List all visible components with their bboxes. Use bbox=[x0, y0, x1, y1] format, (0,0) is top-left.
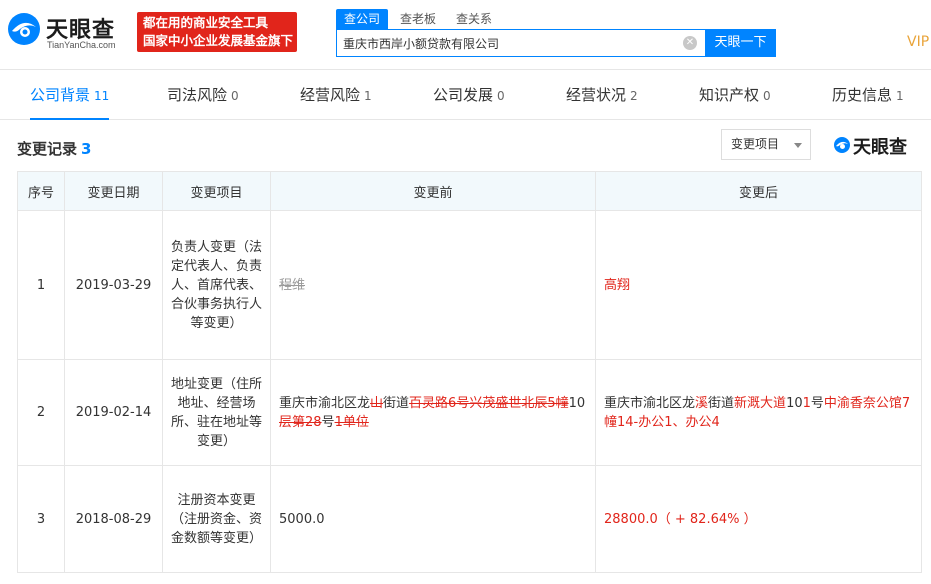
clear-icon[interactable]: ✕ bbox=[683, 36, 697, 50]
text-segment: 溪 bbox=[695, 395, 709, 411]
company-nav-tabs: 公司背景 11 司法风险 0 经营风险 1 公司发展 0 经营状况 2 知识产权 0 历史信… bbox=[0, 72, 931, 120]
row-change-item: 注册资本变更（注册资金、资金数额等变更） bbox=[162, 465, 271, 573]
row-after: 高翔 bbox=[595, 210, 922, 360]
tab-search-company[interactable]: 查公司 bbox=[336, 9, 389, 29]
tianyancha-watermark: 天眼查 bbox=[833, 133, 923, 158]
tab-count: 0 bbox=[231, 89, 239, 103]
tab-label: 公司背景 bbox=[30, 86, 91, 104]
watermark-text: 天眼查 bbox=[853, 137, 907, 158]
text-segment: 10 bbox=[786, 395, 803, 411]
row-before: 重庆市渝北区龙山街道百灵路6号兴茂盛世北辰5幢10 层第28号1单位 bbox=[270, 359, 596, 466]
section-count: 3 bbox=[81, 140, 92, 158]
tab-label: 经营状况 bbox=[566, 86, 627, 104]
tab-company-development[interactable]: 公司发展 0 bbox=[433, 72, 505, 120]
text-segment: 街道 bbox=[383, 395, 410, 411]
tab-operating-status[interactable]: 经营状况 2 bbox=[566, 72, 638, 120]
tab-intellectual-property[interactable]: 知识产权 0 bbox=[699, 72, 771, 120]
row-index: 3 bbox=[17, 465, 65, 573]
text-segment: 1单位 bbox=[334, 414, 369, 430]
text-segment: 高翔 bbox=[604, 277, 631, 293]
vip-link[interactable]: VIP bbox=[907, 34, 929, 50]
text-segment: 层第28 bbox=[279, 414, 322, 430]
tab-operating-risk[interactable]: 经营风险 1 bbox=[300, 72, 372, 120]
tab-label: 公司发展 bbox=[433, 86, 494, 104]
row-after: 28800.0（ + 82.64% ） bbox=[595, 465, 922, 573]
tab-search-boss[interactable]: 查老板 bbox=[392, 9, 444, 29]
top-header: 天眼查 TianYanCha.com 都在用的商业安全工具 国家中小企业发展基金… bbox=[0, 0, 931, 70]
col-header-after: 变更后 bbox=[595, 171, 922, 211]
tab-label: 知识产权 bbox=[699, 86, 760, 104]
tianyancha-logo[interactable]: 天眼查 TianYanCha.com bbox=[6, 8, 131, 56]
tab-label: 司法风险 bbox=[167, 86, 228, 104]
row-date: 2019-02-14 bbox=[64, 359, 163, 466]
table-row: 1 2019-03-29 负责人变更（法定代表人、负责人、首席代表、合伙事务执行人等… bbox=[17, 210, 922, 360]
search-type-tabs: 查公司 查老板 查关系 bbox=[336, 9, 504, 29]
text-segment: 重庆市渝北区龙 bbox=[604, 395, 696, 411]
search-box: ✕ bbox=[336, 29, 706, 57]
row-date: 2019-03-29 bbox=[64, 210, 163, 360]
slogan-line-1: 都在用的商业安全工具 bbox=[143, 15, 269, 30]
logo-eye-icon bbox=[8, 13, 40, 45]
col-header-before: 变更前 bbox=[270, 171, 596, 211]
change-records-table: 序号 变更日期 变更项目 变更前 变更后 1 2019-03-29 负责人变更（法定… bbox=[17, 171, 922, 573]
row-date: 2018-08-29 bbox=[64, 465, 163, 573]
tab-count: 11 bbox=[94, 89, 110, 103]
text-segment: 28800.0（ + 82.64% ） bbox=[604, 511, 757, 527]
tab-count: 2 bbox=[630, 89, 638, 103]
text-segment: 号 bbox=[810, 395, 824, 411]
row-before: 程维 bbox=[270, 210, 596, 360]
logo-domain: TianYanCha.com bbox=[47, 40, 116, 50]
text-segment: 5000.0 bbox=[279, 511, 325, 527]
row-before: 5000.0 bbox=[270, 465, 596, 573]
logo-eye-icon bbox=[834, 137, 850, 153]
text-segment: 号 bbox=[321, 414, 335, 430]
col-header-item: 变更项目 bbox=[162, 171, 271, 211]
row-change-item: 地址变更（住所地址、经营场所、驻在地址等变更） bbox=[162, 359, 271, 466]
text-segment: 新溉大道 bbox=[734, 395, 787, 411]
col-header-date: 变更日期 bbox=[64, 171, 163, 211]
row-index: 2 bbox=[17, 359, 65, 466]
section-title-text: 变更记录 bbox=[17, 140, 78, 158]
change-item-filter-dropdown[interactable]: 变更项目 bbox=[721, 129, 811, 160]
search-input[interactable] bbox=[343, 36, 663, 50]
table-header-row: 序号 变更日期 变更项目 变更前 变更后 bbox=[17, 171, 922, 211]
text-segment: 街道 bbox=[708, 395, 735, 411]
row-after: 重庆市渝北区龙溪街道新溉大道101号中渝香奈公馆7幢14-办公1、办公4 bbox=[595, 359, 922, 466]
tab-search-relation[interactable]: 查关系 bbox=[448, 9, 500, 29]
tab-count: 0 bbox=[497, 89, 505, 103]
text-segment: 百灵路6号兴茂盛世北辰5幢 bbox=[409, 395, 569, 411]
tab-count: 1 bbox=[364, 89, 372, 103]
tab-count: 1 bbox=[896, 89, 904, 103]
tab-label: 经营风险 bbox=[300, 86, 361, 104]
tab-label: 历史信息 bbox=[832, 86, 893, 104]
text-segment: 山 bbox=[370, 395, 384, 411]
col-header-index: 序号 bbox=[17, 171, 65, 211]
chevron-down-icon bbox=[794, 143, 802, 148]
slogan-line-2: 国家中小企业发展基金旗下 bbox=[143, 33, 294, 48]
text-segment: 重庆市渝北区龙 bbox=[279, 395, 371, 411]
tab-count: 0 bbox=[763, 89, 771, 103]
slogan-banner: 都在用的商业安全工具 国家中小企业发展基金旗下 bbox=[137, 12, 297, 52]
search-button[interactable]: 天眼一下 bbox=[705, 29, 776, 57]
section-title: 变更记录 3 bbox=[17, 138, 91, 159]
tab-history-info[interactable]: 历史信息 1 bbox=[832, 72, 904, 120]
table-row: 2 2019-02-14 地址变更（住所地址、经营场所、驻在地址等变更） 重庆市渝北区… bbox=[17, 359, 922, 466]
tab-company-background[interactable]: 公司背景 11 bbox=[30, 72, 110, 120]
text-segment: 1 bbox=[802, 395, 811, 411]
table-row: 3 2018-08-29 注册资本变更（注册资金、资金数额等变更） 5000.0 288… bbox=[17, 465, 922, 573]
text-segment: 10 bbox=[568, 395, 586, 411]
row-index: 1 bbox=[17, 210, 65, 360]
row-change-item: 负责人变更（法定代表人、负责人、首席代表、合伙事务执行人等变更） bbox=[162, 210, 271, 360]
text-segment: 程维 bbox=[279, 277, 306, 293]
tab-judicial-risk[interactable]: 司法风险 0 bbox=[167, 72, 239, 120]
filter-label: 变更项目 bbox=[731, 137, 780, 151]
